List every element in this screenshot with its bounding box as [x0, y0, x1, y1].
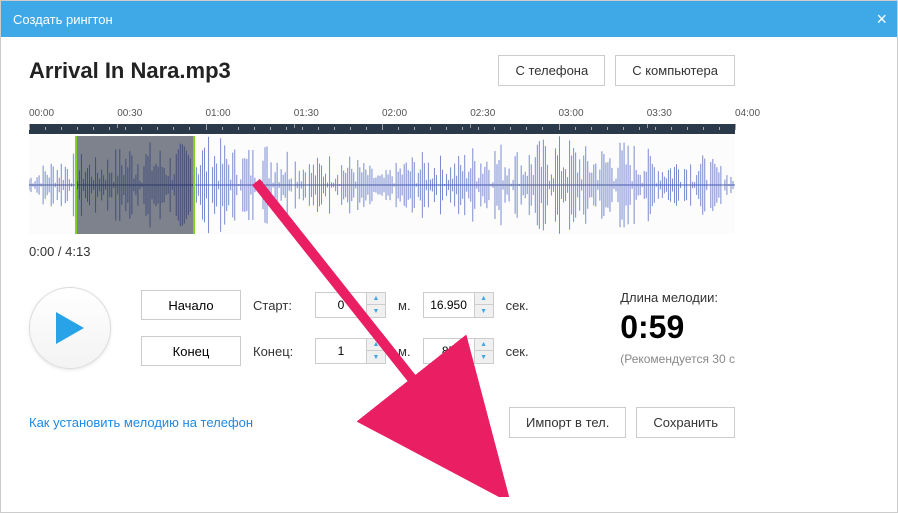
duration-value: 0:59 [620, 309, 735, 346]
chevron-down-icon[interactable]: ▼ [367, 351, 385, 363]
timeline-tick: 00:00 [29, 108, 54, 119]
from-computer-button[interactable]: С компьютера [615, 55, 735, 86]
timeline-tick: 02:30 [470, 108, 495, 119]
unit-sec: сек. [506, 298, 529, 313]
selection-region[interactable] [75, 136, 195, 234]
chevron-down-icon[interactable]: ▼ [475, 351, 493, 363]
start-min-stepper[interactable]: ▲▼ [315, 292, 386, 318]
timeline-tick: 03:00 [559, 108, 584, 119]
start-min-input[interactable] [316, 293, 366, 317]
main-panel: Arrival In Nara.mp3 С телефона С компьют… [1, 37, 763, 456]
save-button[interactable]: Сохранить [636, 407, 735, 438]
unit-min: м. [398, 298, 411, 313]
chevron-up-icon[interactable]: ▲ [367, 339, 385, 351]
timeline-ruler[interactable]: 00:00 00:30 01:00 01:30 02:00 02:30 03:00 03:30… [29, 108, 735, 136]
import-phone-button[interactable]: Импорт в тел. [509, 407, 626, 438]
start-sec-input[interactable] [424, 293, 474, 317]
start-sec-stepper[interactable]: ▲▼ [423, 292, 494, 318]
window-title: Создать рингтон [13, 12, 113, 27]
chevron-down-icon[interactable]: ▼ [367, 305, 385, 317]
timeline-tick: 04:00 [735, 108, 760, 119]
timeline-tick: 00:30 [117, 108, 142, 119]
file-name: Arrival In Nara.mp3 [29, 58, 231, 84]
time-counter: 0:00 / 4:13 [29, 244, 735, 259]
chevron-down-icon[interactable]: ▼ [475, 305, 493, 317]
end-label: Конец: [253, 344, 303, 359]
waveform[interactable] [29, 136, 735, 234]
unit-min: м. [398, 344, 411, 359]
set-start-button[interactable]: Начало [141, 290, 241, 320]
titlebar: Создать рингтон × [1, 1, 897, 37]
timeline-tick: 02:00 [382, 108, 407, 119]
unit-sec: сек. [506, 344, 529, 359]
start-label: Старт: [253, 298, 303, 313]
help-link[interactable]: Как установить мелодию на телефон [29, 415, 253, 430]
duration-label: Длина мелодии: [620, 290, 735, 305]
end-min-input[interactable] [316, 339, 366, 363]
timeline-tick: 03:30 [647, 108, 672, 119]
end-min-stepper[interactable]: ▲▼ [315, 338, 386, 364]
end-sec-input[interactable] [424, 339, 474, 363]
end-sec-stepper[interactable]: ▲▼ [423, 338, 494, 364]
timeline-tick: 01:00 [206, 108, 231, 119]
from-phone-button[interactable]: С телефона [498, 55, 605, 86]
duration-recommend: (Рекомендуется 30 с [620, 352, 735, 366]
timeline-tick: 01:30 [294, 108, 319, 119]
set-end-button[interactable]: Конец [141, 336, 241, 366]
close-icon[interactable]: × [876, 9, 887, 30]
play-button[interactable] [29, 287, 111, 369]
play-icon [54, 310, 86, 346]
chevron-up-icon[interactable]: ▲ [475, 293, 493, 305]
chevron-up-icon[interactable]: ▲ [367, 293, 385, 305]
chevron-up-icon[interactable]: ▲ [475, 339, 493, 351]
